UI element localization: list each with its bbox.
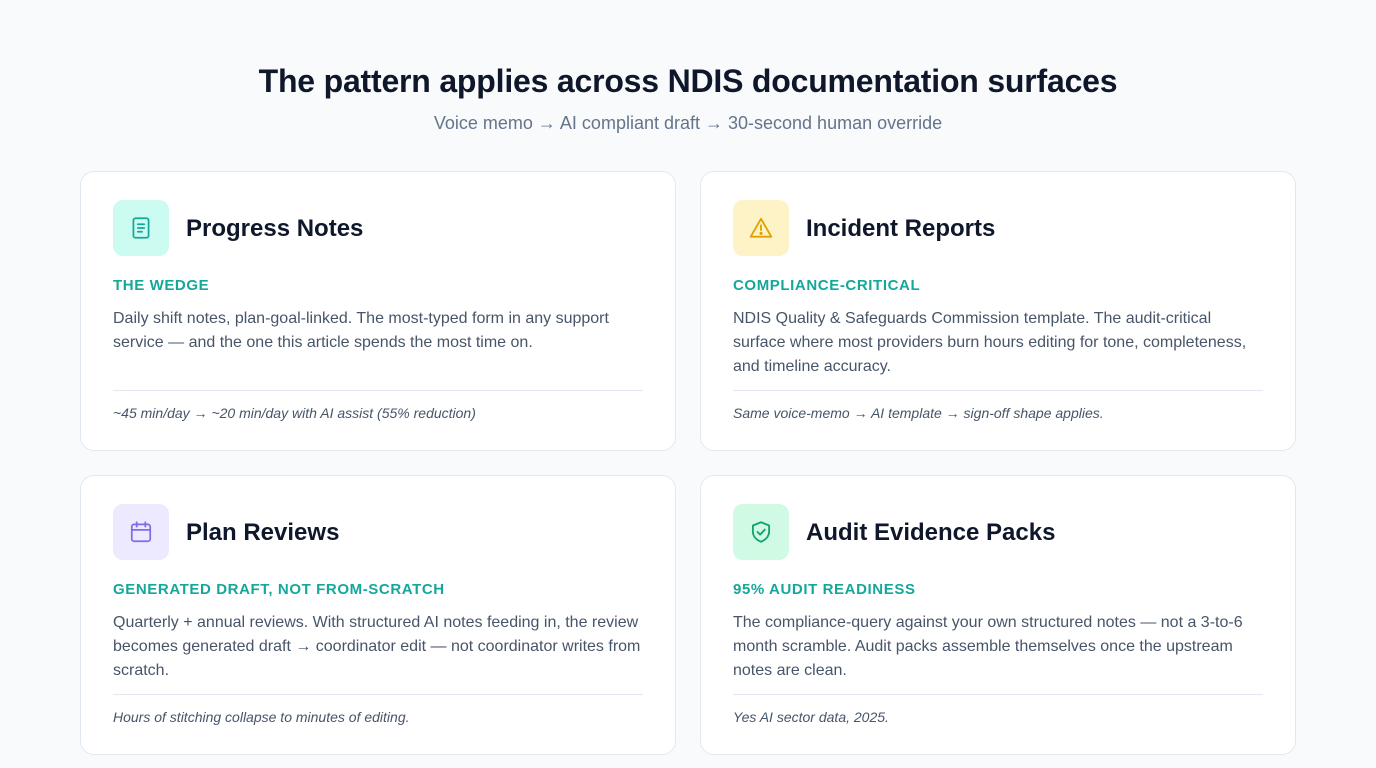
card-description: NDIS Quality & Safeguards Commission tem…: [733, 310, 1247, 375]
card-title: Progress Notes: [186, 215, 364, 242]
card-incident-reports: Incident Reports COMPLIANCE-CRITICAL NDI…: [700, 171, 1296, 451]
card-tag: 95% AUDIT READINESS: [733, 581, 916, 598]
card-tag: COMPLIANCE-CRITICAL: [733, 277, 921, 294]
card-icon-box: [113, 200, 169, 256]
card-footnote: Yes AI sector data, 2025.: [733, 709, 889, 725]
card-divider: [113, 694, 643, 695]
card-footnote: Same voice-memo → AI template → sign-off…: [733, 405, 1104, 421]
document-icon: [132, 217, 150, 239]
card-progress-notes: Progress Notes THE WEDGE Daily shift not…: [80, 171, 676, 451]
card-divider: [733, 390, 1263, 391]
card-footnote: ~45 min/day → ~20 min/day with AI assist…: [113, 405, 476, 421]
card-plan-reviews: Plan Reviews GENERATED DRAFT, NOT FROM-S…: [80, 475, 676, 755]
card-audit-evidence-packs: Audit Evidence Packs 95% AUDIT READINESS…: [700, 475, 1296, 755]
card-description: Quarterly + annual reviews. With structu…: [113, 614, 641, 679]
card-footnote: Hours of stitching collapse to minutes o…: [113, 709, 410, 725]
warning-icon: [749, 217, 773, 238]
card-icon-box: [113, 504, 169, 560]
shield-check-icon: [751, 521, 771, 543]
page: The pattern applies across NDIS document…: [0, 0, 1376, 768]
card-tag: GENERATED DRAFT, NOT FROM-SCRATCH: [113, 581, 445, 598]
page-subtitle: Voice memo → AI compliant draft → 30-sec…: [433, 113, 943, 133]
card-description: The compliance-query against your own st…: [733, 614, 1243, 679]
card-title: Plan Reviews: [186, 519, 340, 546]
card-description: Daily shift notes, plan-goal-linked. The…: [113, 310, 609, 351]
card-title: Audit Evidence Packs: [806, 519, 1056, 546]
calendar-icon: [130, 521, 152, 543]
card-icon-box: [733, 200, 789, 256]
card-icon-box: [733, 504, 789, 560]
card-divider: [733, 694, 1263, 695]
card-title: Incident Reports: [806, 215, 996, 242]
page-title: The pattern applies across NDIS document…: [258, 63, 1118, 99]
card-tag: THE WEDGE: [113, 277, 210, 294]
card-divider: [113, 390, 643, 391]
